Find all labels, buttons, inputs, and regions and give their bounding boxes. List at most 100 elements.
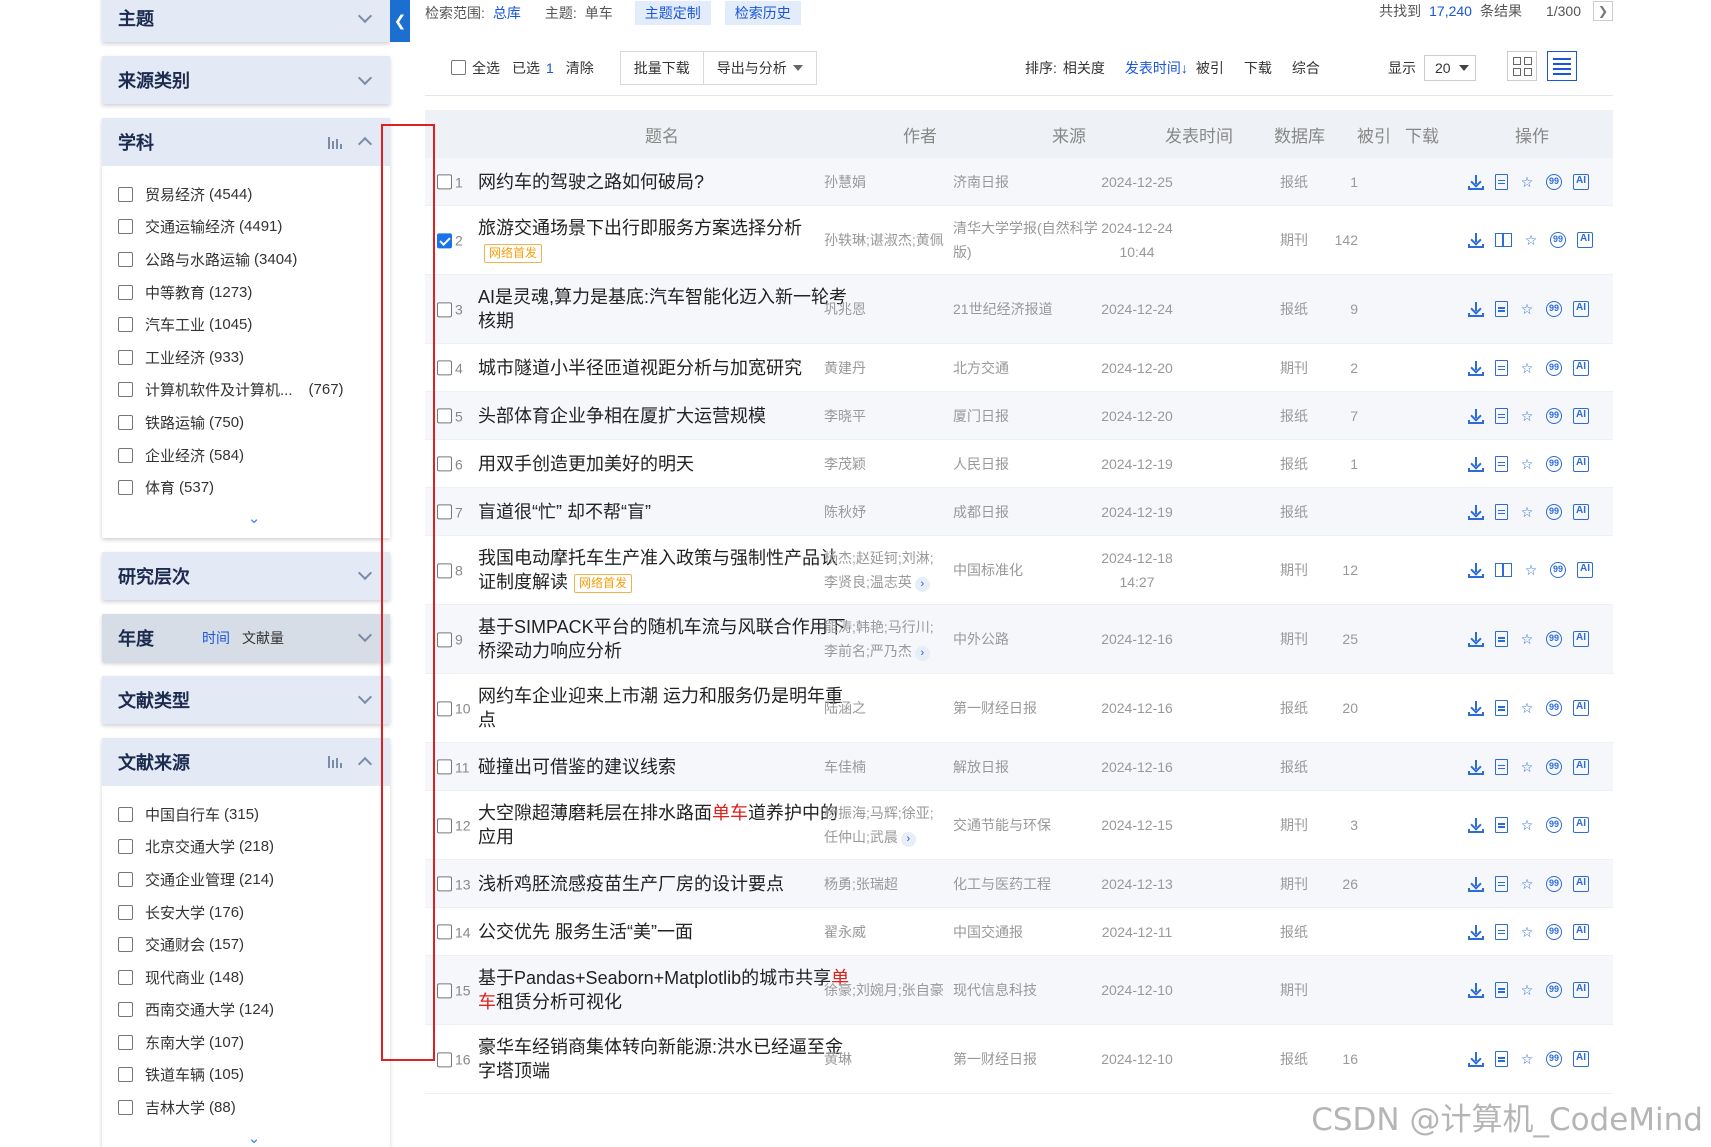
filter-checkbox[interactable]	[118, 317, 133, 333]
filter-option[interactable]: 吉林大学 (88)	[118, 1091, 390, 1124]
chevron-up-icon[interactable]	[357, 756, 373, 772]
result-cited[interactable]: 1	[1318, 456, 1358, 472]
download-icon[interactable]	[1468, 631, 1484, 647]
result-author-text[interactable]: 孙慧娟	[824, 174, 866, 190]
expand-more-icon[interactable]: ⌄	[118, 1124, 390, 1147]
ai-icon[interactable]: AI	[1577, 562, 1593, 578]
result-source[interactable]: 厦门日报	[953, 404, 1098, 428]
chevron-right-icon[interactable]: ›	[914, 577, 930, 592]
chevron-right-icon[interactable]: ›	[914, 646, 930, 661]
filter-checkbox[interactable]	[118, 349, 133, 365]
star-icon[interactable]: ☆	[1523, 562, 1539, 578]
ai-icon[interactable]: AI	[1573, 173, 1589, 190]
result-title-text[interactable]: 用双手创造更加美好的明天	[478, 454, 694, 474]
filter-panel-header[interactable]: 年度 时间 文献量	[102, 613, 390, 662]
ai-icon[interactable]: AI	[1577, 232, 1593, 248]
result-title[interactable]: 大空隙超薄磨耗层在排水路面单车道养护中的应用	[478, 801, 850, 849]
filter-option[interactable]: 中等教育 (1273)	[118, 276, 390, 309]
quote-icon[interactable]: 99	[1546, 875, 1562, 892]
row-checkbox[interactable]	[437, 924, 452, 940]
result-author-text[interactable]: 车佳楠	[824, 759, 866, 775]
row-select[interactable]: 3	[437, 300, 463, 318]
quote-icon[interactable]: 99	[1546, 301, 1562, 317]
filter-checkbox[interactable]	[118, 839, 133, 855]
result-title[interactable]: 豪华车经销商集体转向新能源:洪水已经逼至金字塔顶端	[478, 1035, 850, 1083]
row-checkbox[interactable]	[437, 818, 452, 834]
row-select[interactable]: 9	[437, 630, 463, 648]
star-icon[interactable]: ☆	[1519, 1051, 1535, 1067]
chevron-down-icon[interactable]	[357, 566, 373, 581]
download-icon[interactable]	[1468, 700, 1484, 716]
download-icon[interactable]	[1468, 174, 1484, 190]
result-cited[interactable]: 26	[1318, 876, 1358, 892]
result-title-text[interactable]: 公交优先 服务生活“美”一面	[478, 922, 693, 942]
sort-by-count[interactable]: 文献量	[242, 630, 284, 646]
read-html-icon[interactable]	[1495, 631, 1508, 647]
read-html-icon[interactable]	[1495, 758, 1508, 775]
grid-view-button[interactable]	[1507, 51, 1537, 81]
row-select[interactable]: 12	[437, 816, 471, 834]
row-select[interactable]: 10	[437, 699, 471, 717]
result-source[interactable]: 中国交通报	[953, 920, 1098, 944]
result-title[interactable]: AI是灵魂,算力是基底:汽车智能化迈入新一轮考核期	[478, 285, 850, 333]
result-title[interactable]: 网约车的驾驶之路如何破局?	[478, 170, 850, 194]
header-cited[interactable]: 被引	[1357, 122, 1391, 147]
header-downloads[interactable]: 下载	[1405, 122, 1439, 147]
result-title[interactable]: 基于Pandas+Seaborn+Matplotlib的城市共享单车租赁分析可视…	[478, 966, 850, 1014]
filter-panel-header[interactable]: 来源类别	[102, 56, 390, 104]
chevron-right-icon[interactable]: ›	[900, 832, 916, 847]
filter-option[interactable]: 交通企业管理 (214)	[118, 863, 390, 896]
star-icon[interactable]: ☆	[1519, 876, 1535, 892]
ai-icon[interactable]: AI	[1573, 455, 1589, 472]
result-title[interactable]: 浅析鸡胚流感疫苗生产厂房的设计要点	[478, 872, 850, 896]
book-icon[interactable]	[1495, 233, 1512, 247]
result-author-text[interactable]: 黄琳	[824, 1051, 852, 1067]
batch-download-button[interactable]: 批量下载	[619, 50, 704, 85]
filter-checkbox[interactable]	[118, 284, 133, 300]
result-title[interactable]: 旅游交通场景下出行即服务方案选择分析网络首发	[478, 216, 850, 264]
star-icon[interactable]: ☆	[1523, 232, 1539, 248]
quote-icon[interactable]: 99	[1546, 817, 1562, 833]
filter-option[interactable]: 汽车工业 (1045)	[118, 308, 390, 341]
result-source[interactable]: 第一财经日报	[953, 1047, 1098, 1071]
result-cited[interactable]: 142	[1318, 232, 1358, 248]
filter-checkbox[interactable]	[118, 186, 133, 202]
result-source[interactable]: 北方交通	[953, 356, 1098, 380]
ai-icon[interactable]: AI	[1573, 758, 1589, 775]
filter-checkbox[interactable]	[118, 1100, 133, 1116]
download-icon[interactable]	[1468, 232, 1484, 248]
row-select[interactable]: 14	[437, 923, 471, 940]
export-analyze-dropdown[interactable]: 导出与分析	[703, 50, 817, 85]
row-select[interactable]: 11	[437, 758, 470, 775]
row-checkbox[interactable]	[437, 701, 452, 717]
select-all-checkbox[interactable]	[451, 60, 466, 75]
filter-checkbox[interactable]	[118, 382, 133, 398]
result-title[interactable]: 碰撞出可借鉴的建议线索	[478, 755, 850, 779]
list-view-button[interactable]	[1547, 51, 1577, 81]
star-icon[interactable]: ☆	[1519, 631, 1535, 647]
filter-checkbox[interactable]	[118, 1067, 133, 1083]
quote-icon[interactable]: 99	[1546, 982, 1562, 998]
star-icon[interactable]: ☆	[1519, 817, 1535, 833]
ai-icon[interactable]: AI	[1573, 631, 1589, 647]
result-source[interactable]: 成都日报	[953, 500, 1098, 524]
result-cited[interactable]: 20	[1318, 700, 1358, 716]
row-checkbox[interactable]	[437, 1052, 452, 1068]
filter-option[interactable]: 计算机软件及计算机... (767)	[118, 374, 390, 407]
result-source[interactable]: 解放日报	[953, 755, 1098, 779]
result-title-text[interactable]: 大空隙超薄磨耗层在排水路面	[478, 803, 712, 823]
filter-checkbox[interactable]	[118, 447, 133, 463]
read-html-icon[interactable]	[1495, 301, 1508, 317]
result-title-text[interactable]: 豪华车经销商集体转向新能源:洪水已经逼至金字塔顶端	[478, 1037, 843, 1081]
result-source[interactable]: 第一财经日报	[953, 696, 1098, 720]
row-checkbox[interactable]	[437, 876, 452, 892]
row-checkbox[interactable]	[437, 360, 452, 376]
sidebar-collapse-button[interactable]: ❮	[390, 0, 410, 42]
download-icon[interactable]	[1468, 759, 1484, 775]
quote-icon[interactable]: 99	[1546, 455, 1562, 472]
result-title-highlight[interactable]: 单车	[712, 803, 748, 823]
result-title[interactable]: 网约车企业迎来上市潮 运力和服务仍是明年重点	[478, 684, 850, 732]
quote-icon[interactable]: 99	[1546, 503, 1562, 520]
result-cited[interactable]: 16	[1318, 1051, 1358, 1067]
row-select[interactable]: 1	[437, 173, 463, 190]
